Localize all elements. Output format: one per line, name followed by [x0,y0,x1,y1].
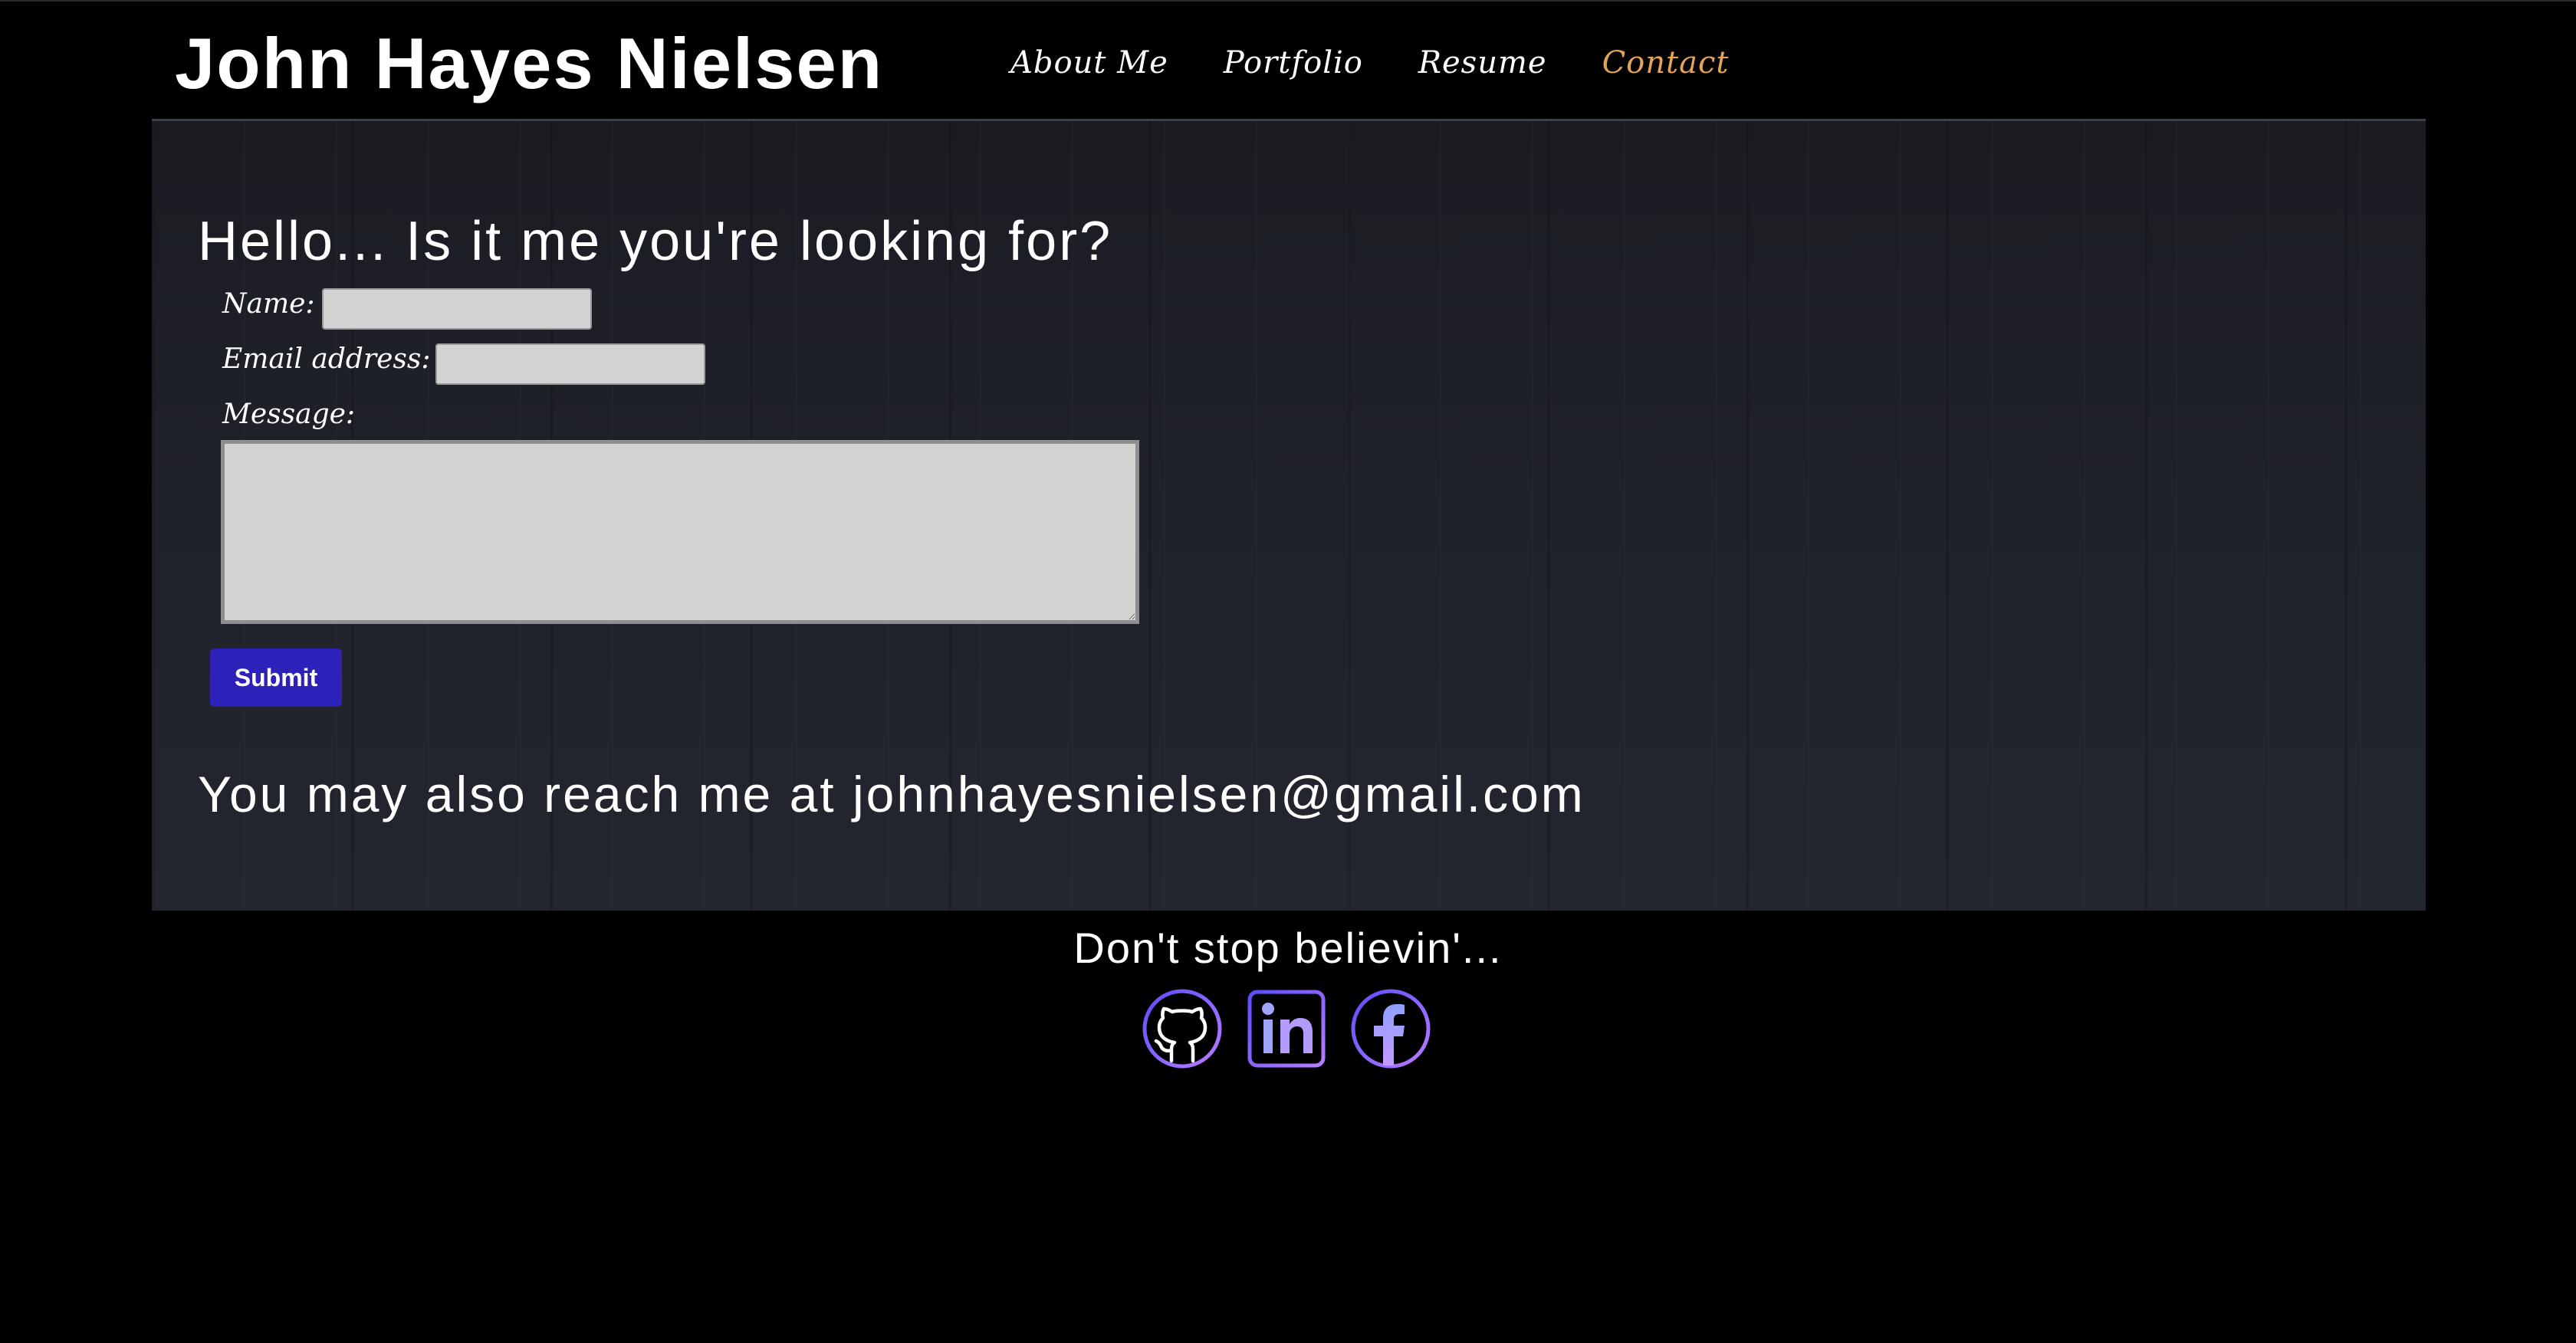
site-title: John Hayes Nielsen [175,23,884,103]
nav-about-me[interactable]: About Me [1010,38,1168,87]
facebook-icon [1351,989,1431,1069]
submit-button[interactable]: Submit [210,649,342,707]
name-input[interactable] [322,288,592,330]
reach-prefix: You may also reach me at [198,766,853,823]
nav-contact[interactable]: Contact [1602,38,1730,87]
message-textarea[interactable] [221,440,1139,624]
contact-panel: Hello... Is it me you're looking for? Na… [152,121,2426,911]
nav-resume[interactable]: Resume [1418,38,1547,87]
footer-tagline: Don't stop believin'... [1073,924,1503,972]
main-nav: About Me Portfolio Resume Contact [1010,38,1784,87]
reach-text: You may also reach me at johnhayesnielse… [198,763,1585,825]
linkedin-icon [1247,990,1326,1068]
email-link[interactable]: johnhayesnielsen@gmail.com [853,766,1585,823]
contact-heading: Hello... Is it me you're looking for? [198,211,1113,272]
email-label: Email address: [222,343,431,375]
message-label: Message: [222,399,356,430]
site-header: John Hayes Nielsen About Me Portfolio Re… [152,2,2426,121]
linkedin-link[interactable] [1245,987,1328,1070]
email-input[interactable] [435,343,705,385]
page: John Hayes Nielsen About Me Portfolio Re… [0,0,2576,1343]
site-footer: Don't stop believin'... [0,911,2576,1110]
social-links [1141,987,1432,1070]
nav-portfolio[interactable]: Portfolio [1224,38,1363,87]
name-label: Name: [222,288,315,320]
facebook-link[interactable] [1349,987,1432,1070]
github-link[interactable] [1141,987,1224,1070]
github-icon [1142,989,1222,1069]
